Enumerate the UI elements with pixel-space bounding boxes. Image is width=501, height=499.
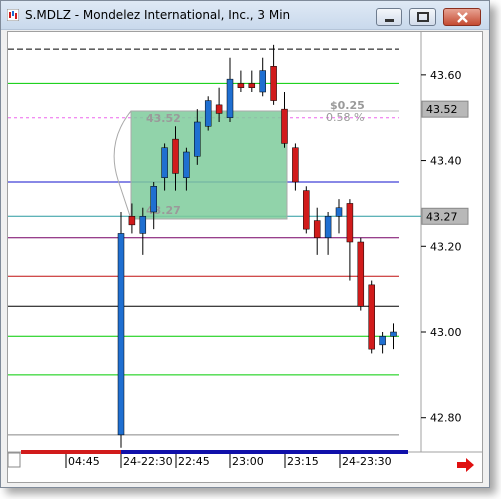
- maximize-icon: [417, 12, 429, 22]
- time-tick-label: 24-23:30: [342, 455, 392, 468]
- time-tick-label: 04:45: [68, 455, 100, 468]
- candle-body-up: [194, 121, 201, 157]
- candle-body-up: [150, 186, 157, 213]
- price-tick-label: 43.40: [430, 155, 462, 168]
- time-tick-label: 22:45: [178, 455, 210, 468]
- candle: [357, 237, 365, 311]
- window-title: S.MDLZ - Mondelez International, Inc., 3…: [25, 8, 291, 22]
- candle-body-down: [357, 241, 365, 307]
- minimize-button[interactable]: [376, 8, 402, 26]
- candle-body-down: [128, 216, 136, 226]
- price-tick-label: 43.00: [430, 326, 462, 339]
- minimize-icon: [385, 19, 394, 22]
- candle-body-down: [303, 190, 310, 230]
- time-tick-label: 23:15: [287, 455, 319, 468]
- chart-app-icon: [7, 9, 19, 21]
- candle-body-up: [204, 100, 212, 127]
- measurement-percent: 0.58 %: [326, 111, 364, 124]
- candle-body-up: [139, 216, 147, 234]
- candle: [117, 212, 125, 448]
- candle-body-up: [117, 233, 125, 436]
- maximize-button[interactable]: [409, 8, 436, 26]
- chart-area[interactable]: 43.52 43.27 $0.25 0.58 % 43.60 43.40 43.20…: [7, 31, 483, 483]
- candle-body-down: [292, 147, 299, 183]
- time-tick-label: 23:00: [232, 455, 264, 468]
- candle-body-up: [390, 331, 397, 337]
- measurement-high-label: 43.52: [146, 112, 181, 125]
- candle-body-up: [324, 216, 332, 238]
- price-tick-label: 42.80: [430, 412, 462, 425]
- time-tick-label: 24-22:30: [123, 455, 173, 468]
- candle-body-down: [313, 220, 321, 238]
- candle-body-down: [346, 203, 354, 243]
- candle-body-down: [215, 104, 223, 114]
- price-marker-label: 43.52: [426, 103, 458, 116]
- candle: [204, 96, 212, 131]
- chart-window: S.MDLZ - Mondelez International, Inc., 3…: [0, 0, 490, 488]
- candle-body-down: [368, 284, 375, 350]
- price-tick-label: 43.60: [430, 69, 462, 82]
- price-tick-label: 43.20: [430, 240, 462, 253]
- candle-body-down: [248, 83, 256, 88]
- candle-body-up: [183, 151, 190, 178]
- candle-body-up: [379, 336, 386, 346]
- candle-body-down: [172, 138, 179, 174]
- title-bar[interactable]: S.MDLZ - Mondelez International, Inc., 3…: [1, 1, 489, 30]
- close-button[interactable]: [443, 8, 481, 26]
- candle-body-up: [226, 78, 234, 118]
- candle: [368, 280, 375, 354]
- price-marker-label: 43.27: [426, 210, 458, 223]
- scroll-right-arrow-icon[interactable]: [457, 458, 474, 472]
- candle-body-down: [237, 83, 245, 88]
- close-icon: [457, 12, 468, 23]
- candle-body-up: [259, 70, 266, 93]
- candle-body-down: [270, 66, 277, 101]
- candle-body-down: [281, 108, 288, 144]
- time-scroll-box[interactable]: [8, 452, 21, 468]
- candle-body-up: [335, 207, 343, 217]
- price-chart[interactable]: 43.52 43.27 $0.25 0.58 % 43.6043.4043.20…: [8, 32, 482, 482]
- candle-body-up: [161, 147, 168, 178]
- candle: [303, 186, 310, 234]
